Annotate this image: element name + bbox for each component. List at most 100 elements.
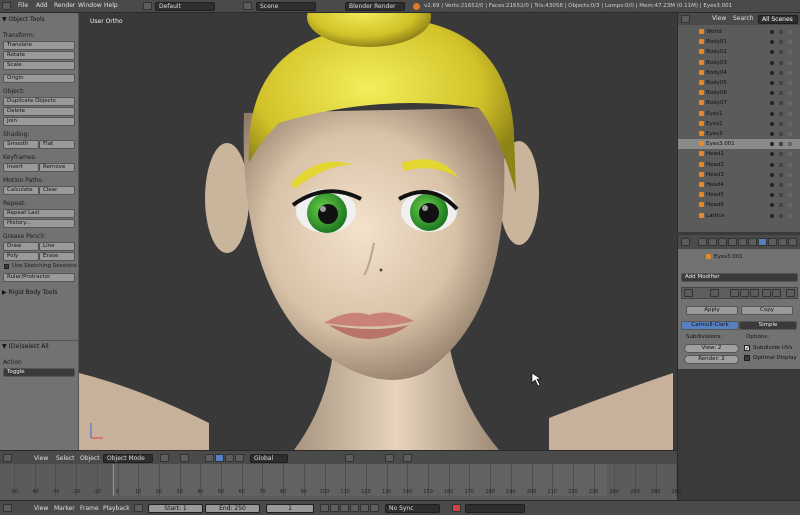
add-modifier-select[interactable]: Add Modifier bbox=[681, 273, 798, 282]
render-visibility-icon[interactable] bbox=[788, 142, 792, 147]
modifiers-tab-icon[interactable] bbox=[758, 238, 767, 246]
smooth-button[interactable]: Smooth bbox=[3, 140, 39, 149]
visibility-icon[interactable] bbox=[770, 50, 774, 55]
selectable-icon[interactable] bbox=[779, 60, 783, 65]
poly-button[interactable]: Poly bbox=[3, 252, 39, 261]
visibility-icon[interactable] bbox=[770, 172, 774, 177]
apply-button[interactable]: Apply bbox=[686, 306, 738, 315]
selectable-icon[interactable] bbox=[779, 183, 783, 187]
preview-range-icon[interactable] bbox=[134, 504, 143, 512]
outliner-row[interactable]: World bbox=[678, 27, 800, 37]
outliner-row[interactable]: Eyes3.001 bbox=[678, 139, 800, 150]
outliner-row[interactable]: Head3 bbox=[678, 170, 800, 180]
visibility-icon[interactable] bbox=[770, 213, 774, 218]
selectable-icon[interactable] bbox=[779, 152, 783, 157]
rigid-body-header[interactable]: ▶ Rigid Body Tools bbox=[2, 289, 57, 296]
visibility-icon[interactable] bbox=[770, 81, 774, 85]
move-up-icon[interactable] bbox=[762, 289, 771, 297]
current-frame-line[interactable] bbox=[113, 464, 114, 496]
translate-manip-icon[interactable] bbox=[215, 454, 224, 462]
manipulator-icon[interactable] bbox=[205, 454, 214, 462]
snap-icon[interactable] bbox=[385, 454, 394, 462]
outliner-row[interactable]: Head2 bbox=[678, 160, 800, 170]
outliner-search-menu[interactable]: Search bbox=[733, 15, 754, 22]
origin-button[interactable]: Origin bbox=[3, 74, 75, 83]
outliner-row[interactable]: Body03 bbox=[678, 58, 800, 68]
render-visibility-icon[interactable] bbox=[788, 132, 792, 136]
repeat-last-button[interactable]: Repeat Last bbox=[3, 209, 75, 218]
frame-menu[interactable]: Frame bbox=[80, 505, 99, 512]
selectable-icon[interactable] bbox=[779, 121, 783, 126]
timeline-area[interactable]: -50 -40 -30 -20 -10 0 10 20 30 40 50 60 70 80 90 100 110… bbox=[0, 464, 681, 500]
translate-button[interactable]: Translate bbox=[3, 41, 75, 50]
render-visibility-icon[interactable] bbox=[788, 81, 792, 85]
selectable-icon[interactable] bbox=[779, 203, 783, 208]
render-visibility-icon[interactable] bbox=[788, 91, 792, 96]
render-visibility-icon[interactable] bbox=[788, 70, 792, 75]
orientation-select[interactable]: Global bbox=[250, 454, 288, 463]
visibility-icon[interactable] bbox=[770, 111, 774, 116]
current-frame-field[interactable]: 1 bbox=[266, 504, 314, 513]
playback-menu[interactable]: Playback bbox=[103, 505, 130, 512]
3d-viewport[interactable]: User Ortho bbox=[79, 13, 673, 450]
outliner-row[interactable]: Eyes3 bbox=[678, 129, 800, 139]
render-preview-icon[interactable] bbox=[403, 454, 412, 462]
editor-type-icon[interactable] bbox=[2, 2, 11, 10]
prev-keyframe-icon[interactable] bbox=[330, 504, 339, 512]
play-icon[interactable] bbox=[350, 504, 359, 512]
outliner-view-menu[interactable]: View bbox=[712, 15, 726, 22]
scale-manip-icon[interactable] bbox=[235, 454, 244, 462]
properties-editor-icon[interactable] bbox=[681, 238, 690, 246]
view-levels-field[interactable]: View: 2 bbox=[684, 344, 739, 353]
history-button[interactable]: History... bbox=[3, 219, 75, 228]
menu-file[interactable]: File bbox=[18, 2, 28, 9]
render-visibility-icon[interactable] bbox=[788, 172, 792, 177]
rotate-button[interactable]: Rotate bbox=[3, 51, 75, 60]
render-visibility-icon[interactable] bbox=[788, 111, 792, 116]
subdivide-uvs-checkbox[interactable]: ✓ bbox=[744, 345, 750, 352]
visibility-icon[interactable] bbox=[770, 162, 774, 167]
jump-start-icon[interactable] bbox=[320, 504, 329, 512]
scene-tab-icon[interactable] bbox=[718, 238, 727, 246]
selectable-icon[interactable] bbox=[779, 193, 783, 198]
object-tools-header[interactable]: ▼ Object Tools bbox=[2, 16, 45, 23]
sketching-checkbox[interactable] bbox=[4, 264, 9, 269]
selectable-icon[interactable] bbox=[779, 81, 783, 85]
visibility-icon[interactable] bbox=[770, 183, 774, 187]
render-visibility-icon[interactable] bbox=[788, 101, 792, 106]
selectable-icon[interactable] bbox=[779, 101, 783, 106]
jump-end-icon[interactable] bbox=[370, 504, 379, 512]
data-tab-icon[interactable] bbox=[768, 238, 777, 246]
selectable-icon[interactable] bbox=[779, 30, 783, 34]
object-menu[interactable]: Object bbox=[80, 455, 100, 462]
visibility-icon[interactable] bbox=[770, 60, 774, 65]
selectable-icon[interactable] bbox=[779, 91, 783, 96]
render-visibility-icon[interactable] bbox=[788, 213, 792, 218]
render-visibility-icon[interactable] bbox=[788, 203, 792, 208]
visibility-icon[interactable] bbox=[770, 70, 774, 75]
menu-help[interactable]: Help bbox=[104, 2, 118, 9]
selectable-icon[interactable] bbox=[779, 50, 783, 55]
simple-tab[interactable]: Simple bbox=[739, 321, 797, 330]
viewport-toggle-icon[interactable] bbox=[740, 289, 749, 297]
outliner-row[interactable]: Head6 bbox=[678, 200, 800, 210]
scale-button[interactable]: Scale bbox=[3, 61, 75, 70]
visibility-icon[interactable] bbox=[770, 132, 774, 136]
close-icon[interactable] bbox=[786, 289, 795, 297]
layout-icon[interactable] bbox=[143, 2, 152, 10]
render-visibility-icon[interactable] bbox=[788, 193, 792, 198]
remove-keyframe-button[interactable]: Remove bbox=[39, 163, 75, 172]
timeline-view-menu[interactable]: View bbox=[34, 505, 48, 512]
selectable-icon[interactable] bbox=[779, 40, 783, 45]
outliner-row[interactable]: Lattice bbox=[678, 211, 800, 221]
marker-menu[interactable]: Marker bbox=[54, 505, 75, 512]
timeline-editor-icon[interactable] bbox=[3, 504, 12, 512]
erase-button[interactable]: Erase bbox=[39, 252, 75, 261]
selectable-icon[interactable] bbox=[779, 213, 783, 218]
object-tab-icon[interactable] bbox=[738, 238, 747, 246]
outliner-row[interactable]: Body04 bbox=[678, 68, 800, 78]
ruler-button[interactable]: Ruler/Protractor bbox=[3, 273, 75, 282]
outliner-row[interactable]: Body07 bbox=[678, 98, 800, 108]
next-keyframe-icon[interactable] bbox=[360, 504, 369, 512]
line-button[interactable]: Line bbox=[39, 242, 75, 251]
